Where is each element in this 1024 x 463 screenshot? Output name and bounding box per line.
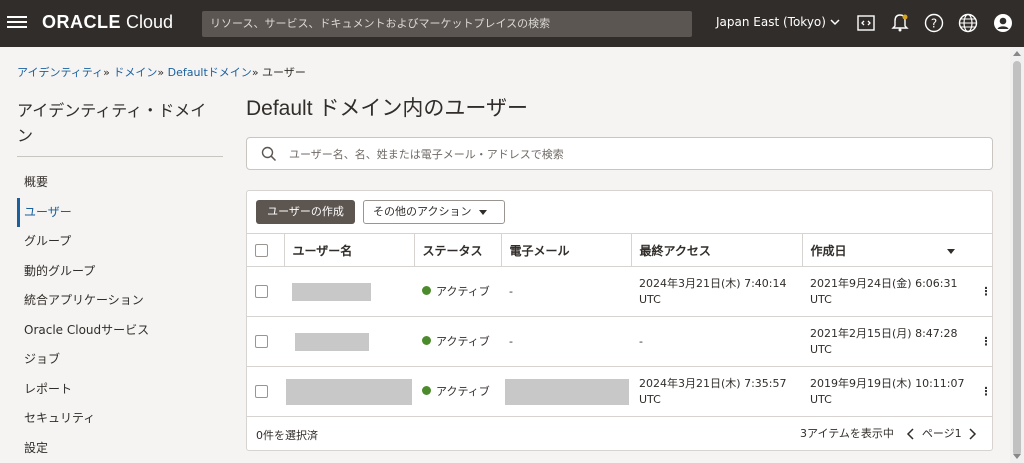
row-actions-kebab-icon[interactable]: ⋮ bbox=[972, 366, 993, 417]
scroll-up-icon[interactable] bbox=[1013, 51, 1021, 56]
sidebar-divider bbox=[17, 156, 223, 157]
breadcrumb-separator: » bbox=[251, 66, 259, 79]
email-cell: - bbox=[501, 316, 631, 367]
scroll-down-icon[interactable] bbox=[1013, 454, 1021, 459]
status-cell: アクティブ bbox=[414, 266, 501, 317]
created-cell: 2021年2月15日(月) 8:47:28 UTC bbox=[802, 316, 972, 367]
sidebar-item-reports[interactable]: レポート bbox=[17, 375, 223, 405]
column-header-email[interactable]: 電子メール bbox=[501, 233, 632, 267]
last-access-cell: - bbox=[631, 316, 802, 367]
sidebar-title: アイデンティティ・ドメイン bbox=[17, 101, 207, 145]
selection-count: 0件を選択済 bbox=[256, 429, 318, 442]
top-navigation-bar: ORACLE Cloud リソース、サービス、ドキュメントおよびマーケットプレイ… bbox=[0, 0, 1024, 47]
breadcrumb-domains[interactable]: ドメイン bbox=[113, 66, 157, 79]
redacted-username[interactable] bbox=[295, 332, 369, 351]
table-row: アクティブ 2024年3月21日(木) 7:35:57 UTC 2019年9月1… bbox=[247, 366, 993, 417]
select-all-cell bbox=[247, 233, 285, 267]
redacted-username[interactable] bbox=[286, 378, 412, 405]
row-checkbox[interactable] bbox=[255, 285, 268, 298]
status-cell: アクティブ bbox=[414, 366, 501, 417]
caret-down-icon bbox=[479, 209, 488, 215]
sidebar-item-overview[interactable]: 概要 bbox=[17, 168, 223, 198]
more-actions-button[interactable]: その他のアクション bbox=[363, 200, 505, 224]
active-status-dot-icon bbox=[422, 335, 431, 345]
users-table-panel: ユーザーの作成 その他のアクション ユーザー名 ステータス 電子メール 最終アク… bbox=[246, 190, 993, 451]
bell-icon[interactable] bbox=[890, 13, 910, 33]
breadcrumb-separator: » bbox=[157, 66, 165, 79]
items-shown-text: 3アイテムを表示中 bbox=[800, 427, 894, 440]
create-user-button[interactable]: ユーザーの作成 bbox=[256, 200, 355, 224]
sidebar-item-integrated-applications[interactable]: 統合アプリケーション bbox=[17, 286, 223, 316]
search-icon bbox=[261, 146, 277, 162]
breadcrumb-default-domain[interactable]: Defaultドメイン bbox=[168, 66, 252, 79]
table-header-row: ユーザー名 ステータス 電子メール 最終アクセス 作成日 bbox=[247, 233, 993, 267]
globe-icon[interactable] bbox=[958, 13, 978, 33]
sidebar-item-dynamic-groups[interactable]: 動的グループ bbox=[17, 257, 223, 287]
sidebar-nav: 概要 ユーザー グループ 動的グループ 統合アプリケーション Oracle Cl… bbox=[17, 168, 223, 463]
row-checkbox[interactable] bbox=[255, 335, 268, 348]
created-cell: 2019年9月19日(木) 10:11:07 UTC bbox=[802, 366, 972, 417]
oracle-cloud-logo[interactable]: ORACLE Cloud bbox=[42, 12, 173, 33]
row-actions-kebab-icon[interactable]: ⋮ bbox=[972, 316, 993, 367]
user-search-input[interactable] bbox=[289, 144, 979, 164]
page-title: Default ドメイン内のユーザー bbox=[246, 97, 528, 120]
page-number: ページ1 bbox=[921, 427, 962, 440]
row-actions-kebab-icon[interactable]: ⋮ bbox=[972, 266, 993, 317]
last-access-cell: 2024年3月21日(木) 7:40:14 UTC bbox=[631, 266, 802, 317]
region-selector[interactable]: Japan East (Tokyo) bbox=[716, 15, 840, 29]
user-search-field[interactable] bbox=[246, 137, 993, 170]
breadcrumb-separator: » bbox=[103, 66, 110, 79]
table-row: アクティブ - 2024年3月21日(木) 7:40:14 UTC 2021年9… bbox=[247, 266, 993, 317]
pagination: 3アイテムを表示中 ページ1 bbox=[800, 425, 979, 441]
cloud-shell-icon[interactable] bbox=[856, 13, 876, 33]
email-cell bbox=[501, 366, 631, 417]
chevron-left-icon[interactable] bbox=[904, 427, 918, 441]
breadcrumb: アイデンティティ» ドメイン» Defaultドメイン» ユーザー bbox=[17, 64, 306, 80]
email-cell: - bbox=[501, 266, 631, 317]
sidebar-item-groups[interactable]: グループ bbox=[17, 227, 223, 257]
profile-icon[interactable] bbox=[993, 13, 1013, 33]
select-all-checkbox[interactable] bbox=[255, 244, 268, 257]
redacted-email[interactable] bbox=[505, 378, 629, 405]
sidebar-item-settings[interactable]: 設定 bbox=[17, 434, 223, 463]
status-cell: アクティブ bbox=[414, 316, 501, 367]
created-cell: 2021年9月24日(金) 6:06:31 UTC bbox=[802, 266, 972, 317]
column-header-status[interactable]: ステータス bbox=[414, 233, 502, 267]
column-header-username[interactable]: ユーザー名 bbox=[284, 233, 415, 267]
global-search-input[interactable]: リソース、サービス、ドキュメントおよびマーケットプレイスの検索 bbox=[202, 11, 692, 37]
page-scrollbar[interactable] bbox=[1010, 47, 1024, 463]
help-icon[interactable]: ? bbox=[924, 13, 944, 33]
column-header-created[interactable]: 作成日 bbox=[802, 233, 993, 267]
users-table: ユーザー名 ステータス 電子メール 最終アクセス 作成日 アクティブ - 202… bbox=[247, 233, 993, 417]
active-status-dot-icon bbox=[422, 285, 431, 295]
sidebar-item-oracle-cloud-services[interactable]: Oracle Cloudサービス bbox=[17, 316, 223, 346]
svg-text:?: ? bbox=[931, 17, 937, 31]
chevron-down-icon bbox=[830, 19, 840, 26]
scrollbar-thumb[interactable] bbox=[1013, 61, 1021, 456]
sort-descending-icon[interactable] bbox=[946, 248, 955, 254]
active-status-dot-icon bbox=[422, 385, 431, 395]
table-row: アクティブ - - 2021年2月15日(月) 8:47:28 UTC ⋮ bbox=[247, 316, 993, 367]
breadcrumb-identity[interactable]: アイデンティティ bbox=[17, 66, 103, 79]
chevron-right-icon[interactable] bbox=[965, 427, 979, 441]
redacted-username[interactable] bbox=[292, 282, 371, 301]
sidebar-item-security[interactable]: セキュリティ bbox=[17, 404, 223, 434]
sidebar-item-users[interactable]: ユーザー bbox=[17, 197, 223, 227]
column-header-last-access[interactable]: 最終アクセス bbox=[631, 233, 803, 267]
last-access-cell: 2024年3月21日(木) 7:35:57 UTC bbox=[631, 366, 802, 417]
sidebar-item-jobs[interactable]: ジョブ bbox=[17, 345, 223, 375]
row-checkbox[interactable] bbox=[255, 385, 268, 398]
breadcrumb-current: ユーザー bbox=[262, 66, 306, 79]
hamburger-menu-icon[interactable] bbox=[7, 13, 27, 31]
